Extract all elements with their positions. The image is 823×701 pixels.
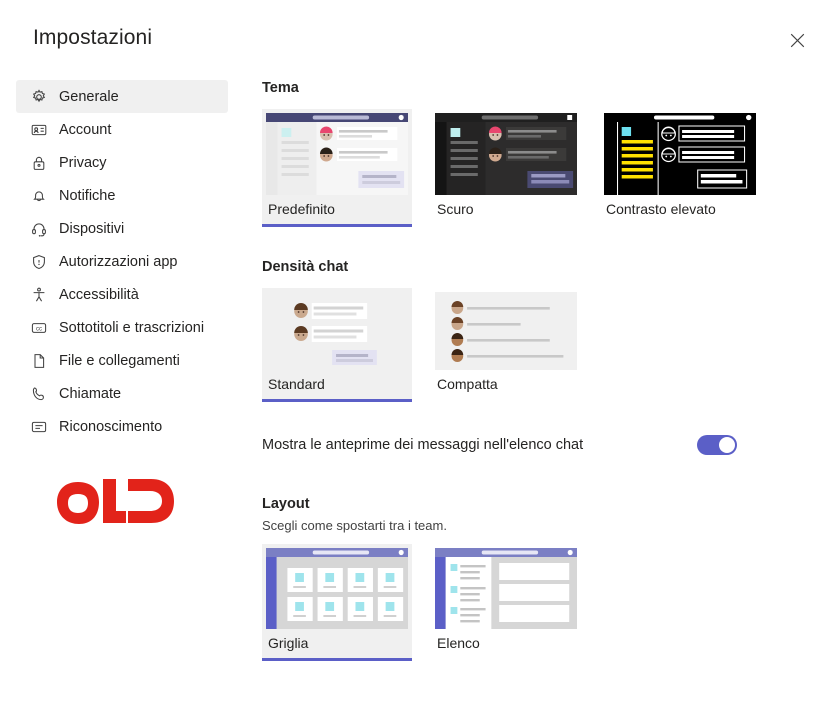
theme-section-title: Tema xyxy=(262,80,299,96)
page-title: Impostazioni xyxy=(33,26,153,49)
sidebar-item-label: Autorizzazioni app xyxy=(59,253,178,270)
lock-icon xyxy=(30,154,47,171)
sidebar-item-sottotitoli-e-trascrizioni[interactable]: cc Sottotitoli e trascrizioni xyxy=(16,311,228,344)
message-previews-row: Mostra le anteprime dei messaggi nell'el… xyxy=(262,435,737,455)
shield-icon xyxy=(30,253,47,270)
close-button[interactable] xyxy=(783,26,811,54)
theme-thumbnail-high-contrast xyxy=(604,113,756,195)
sidebar-item-notifiche[interactable]: Notifiche xyxy=(16,179,228,212)
selected-underline xyxy=(431,224,581,227)
dialog-header: Impostazioni xyxy=(0,0,823,76)
density-thumbnail-compact xyxy=(435,292,577,370)
sidebar-item-dispositivi[interactable]: Dispositivi xyxy=(16,212,228,245)
sidebar-item-chiamate[interactable]: Chiamate xyxy=(16,377,228,410)
sidebar-item-autorizzazioni-app[interactable]: Autorizzazioni app xyxy=(16,245,228,278)
sidebar-item-label: Generale xyxy=(59,88,119,105)
theme-options: Predefinito Scuro Contrasto elevato xyxy=(262,109,803,227)
sidebar-item-label: Riconoscimento xyxy=(59,418,163,435)
density-section: Densità chat Standard Compatta xyxy=(262,259,803,402)
sidebar-item-label: Notifiche xyxy=(59,187,116,204)
sidebar-item-label: Accessibilità xyxy=(59,286,139,303)
theme-option-label: Scuro xyxy=(437,201,474,217)
recognition-icon xyxy=(30,418,47,435)
density-option-label: Standard xyxy=(266,370,408,399)
cc-icon: cc xyxy=(30,319,47,336)
close-icon xyxy=(790,33,805,48)
sidebar-item-label: Account xyxy=(59,121,112,138)
id-card-icon xyxy=(30,121,47,138)
headset-icon xyxy=(30,220,47,237)
toggle-knob xyxy=(719,437,735,453)
layout-thumbnail-grid xyxy=(266,548,408,629)
sidebar-item-privacy[interactable]: Privacy xyxy=(16,146,228,179)
sidebar-item-accessibilit[interactable]: Accessibilità xyxy=(16,278,228,311)
density-option-standard[interactable]: Standard xyxy=(262,288,412,402)
theme-option-high-contrast[interactable]: Contrasto elevato xyxy=(600,109,760,227)
sidebar-item-file-e-collegamenti[interactable]: File e collegamenti xyxy=(16,344,228,377)
sidebar-item-label: Privacy xyxy=(59,154,107,171)
sidebar-item-generale[interactable]: Generale xyxy=(16,80,228,113)
layout-thumbnail-list xyxy=(435,548,577,629)
layout-option-grid[interactable]: Griglia xyxy=(262,544,412,661)
selected-underline xyxy=(431,658,581,661)
layout-section: Layout Scegli come spostarti tra i team. xyxy=(262,496,803,661)
layout-section-subtitle: Scegli come spostarti tra i team. xyxy=(262,518,447,533)
bell-icon xyxy=(30,187,47,204)
selected-underline xyxy=(600,224,760,227)
theme-option-label: Predefinito xyxy=(266,195,408,224)
theme-option-default[interactable]: Predefinito xyxy=(262,109,412,227)
gear-icon xyxy=(30,88,47,105)
selected-underline xyxy=(262,224,412,227)
settings-content: Tema Predefinito Scuro Contrasto elevato… xyxy=(262,80,803,661)
message-previews-toggle[interactable] xyxy=(697,435,737,455)
sidebar-item-account[interactable]: Account xyxy=(16,113,228,146)
layout-section-title: Layout xyxy=(262,496,310,512)
sidebar-item-label: File e collegamenti xyxy=(59,352,180,369)
sidebar-item-label: Dispositivi xyxy=(59,220,125,237)
sidebar-item-label: Chiamate xyxy=(59,385,122,402)
layout-option-label: Griglia xyxy=(266,629,408,658)
old-logo-watermark xyxy=(48,468,180,536)
theme-thumbnail-default xyxy=(266,113,408,195)
theme-thumbnail-dark xyxy=(435,113,577,195)
phone-icon xyxy=(30,385,47,402)
selected-underline xyxy=(262,399,412,402)
selected-underline xyxy=(431,399,581,402)
svg-text:cc: cc xyxy=(36,326,42,332)
selected-underline xyxy=(262,658,412,661)
density-section-title: Densità chat xyxy=(262,259,349,275)
density-option-compact[interactable]: Compatta xyxy=(431,288,581,402)
layout-options: Griglia Elenco xyxy=(262,544,803,661)
message-previews-label: Mostra le anteprime dei messaggi nell'el… xyxy=(262,437,584,453)
sidebar-item-riconoscimento[interactable]: Riconoscimento xyxy=(16,410,228,443)
document-icon xyxy=(30,352,47,369)
density-thumbnail-standard xyxy=(266,292,408,370)
layout-option-list[interactable]: Elenco xyxy=(431,544,581,661)
layout-option-label: Elenco xyxy=(437,635,480,651)
theme-option-dark[interactable]: Scuro xyxy=(431,109,581,227)
theme-option-label: Contrasto elevato xyxy=(606,201,716,217)
settings-dialog: Impostazioni Generale Account Privacy Notif… xyxy=(0,0,823,701)
density-option-label: Compatta xyxy=(437,376,498,392)
accessibility-icon xyxy=(30,286,47,303)
theme-section: Tema Predefinito Scuro Contrasto elevato xyxy=(262,80,803,227)
settings-sidebar: Generale Account Privacy Notifiche Dispositi… xyxy=(16,80,228,443)
density-options: Standard Compatta xyxy=(262,288,803,402)
sidebar-item-label: Sottotitoli e trascrizioni xyxy=(59,319,205,336)
